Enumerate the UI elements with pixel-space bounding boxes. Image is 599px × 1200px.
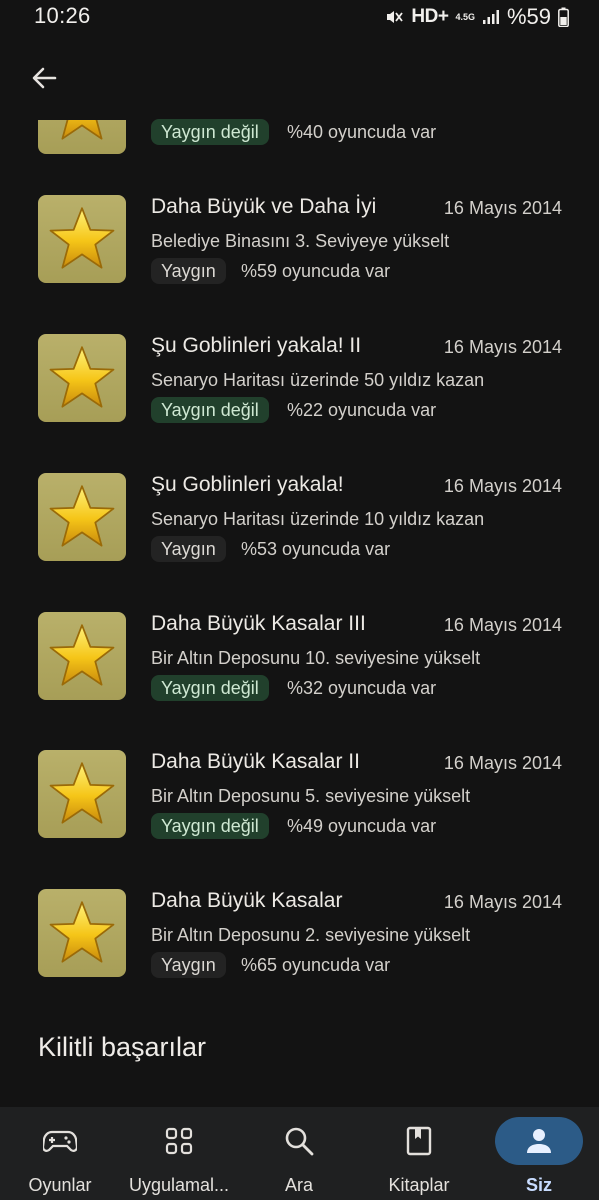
achievement-title: Daha Büyük Kasalar III	[151, 612, 366, 635]
achievement-icon	[38, 889, 126, 977]
achievement-date: 16 Mayıs 2014	[443, 476, 562, 496]
achievement-date: 16 Mayıs 2014	[443, 753, 562, 773]
nav-label: Oyunlar	[28, 1175, 92, 1195]
owned-percent: %53 oyuncuda var	[241, 539, 391, 559]
achievement-icon	[38, 334, 126, 422]
owned-percent: %22 oyuncuda var	[287, 400, 437, 420]
achievement-item[interactable]: Şu Goblinleri yakala! II 16 Mayıs 2014 S…	[0, 334, 599, 464]
locked-achievements-heading: Kilitli başarılar	[38, 1032, 207, 1062]
achievement-item[interactable]: Daha Büyük ve Daha İyi 16 Mayıs 2014 Bel…	[0, 195, 599, 325]
star-icon	[49, 624, 115, 686]
star-icon	[61, 120, 103, 140]
achievement-description: Bir Altın Deposunu 5. seviyesine yükselt	[151, 786, 471, 806]
person-icon	[527, 1129, 551, 1153]
signal-icon	[482, 9, 500, 25]
achievement-icon	[38, 612, 126, 700]
nav-label: Kitaplar	[388, 1175, 450, 1195]
bottom-nav: Oyunlar Uygulamal... Ara Kitaplar Siz	[0, 1107, 599, 1200]
mute-icon	[384, 7, 404, 27]
network-label: HD+	[411, 6, 449, 27]
apps-grid-icon	[165, 1127, 193, 1155]
achievement-icon	[38, 750, 126, 838]
rarity-badge: Yaygın	[151, 536, 226, 562]
rarity-badge: Yaygın	[151, 258, 226, 284]
nav-item-apps[interactable]: Uygulamal...	[119, 1107, 239, 1200]
achievement-title: Daha Büyük Kasalar	[151, 889, 343, 912]
rarity-badge: Yaygın değil	[151, 813, 269, 839]
book-icon	[406, 1126, 432, 1156]
achievement-description: Senaryo Haritası üzerinde 50 yıldız kaza…	[151, 370, 485, 390]
achievement-date: 16 Mayıs 2014	[443, 892, 562, 912]
status-bar: 10:26 HD+ 4.5G %59	[0, 0, 599, 34]
nav-item-books[interactable]: Kitaplar	[359, 1107, 479, 1200]
achievement-description: Bir Altın Deposunu 10. seviyesine yüksel…	[151, 648, 481, 668]
achievement-item[interactable]: Daha Büyük Kasalar 16 Mayıs 2014 Bir Alt…	[0, 889, 599, 1019]
owned-percent: %59 oyuncuda var	[241, 261, 391, 281]
achievement-title: Daha Büyük Kasalar II	[151, 750, 360, 773]
achievement-item[interactable]: Daha Büyük Kasalar III 16 Mayıs 2014 Bir…	[0, 612, 599, 742]
status-time: 10:26	[34, 3, 91, 28]
search-icon	[285, 1127, 314, 1156]
nav-label: Siz	[525, 1175, 552, 1195]
star-icon	[49, 207, 115, 269]
star-icon	[49, 901, 115, 963]
achievement-title: Şu Goblinleri yakala! II	[151, 334, 362, 357]
star-icon	[49, 346, 115, 408]
rarity-badge: Yaygın değil	[151, 397, 269, 423]
rarity-badge: Yaygın	[151, 952, 226, 978]
achievement-icon	[38, 195, 126, 283]
achievement-icon	[38, 120, 126, 154]
achievement-description: Belediye Binasını 3. Seviyeye yükselt	[151, 231, 450, 251]
achievement-item[interactable]: Daha Büyük Kasalar II 16 Mayıs 2014 Bir …	[0, 750, 599, 880]
star-icon	[49, 485, 115, 547]
battery-percent: %59	[506, 4, 551, 29]
rarity-badge: Yaygın değil	[151, 119, 269, 145]
achievement-date: 16 Mayıs 2014	[443, 615, 562, 635]
achievement-title: Şu Goblinleri yakala!	[151, 473, 344, 496]
achievement-date: 16 Mayıs 2014	[443, 337, 562, 357]
owned-percent: %65 oyuncuda var	[241, 955, 391, 975]
nav-label: Uygulamal...	[128, 1175, 230, 1195]
gamepad-icon	[43, 1130, 77, 1152]
achievement-description: Senaryo Haritası üzerinde 10 yıldız kaza…	[151, 509, 485, 529]
owned-percent: %32 oyuncuda var	[287, 678, 437, 698]
achievement-item[interactable]: Yaygın değil %40 oyuncuda var	[0, 56, 599, 166]
achievement-description: Bir Altın Deposunu 2. seviyesine yükselt	[151, 925, 471, 945]
achievement-date: 16 Mayıs 2014	[443, 198, 562, 218]
star-icon	[49, 762, 115, 824]
battery-icon	[558, 7, 569, 27]
nav-label: Ara	[284, 1175, 313, 1195]
owned-percent: %40 oyuncuda var	[287, 122, 437, 142]
status-icons: HD+ 4.5G %59	[384, 4, 569, 30]
nav-item-you[interactable]: Siz	[479, 1107, 599, 1200]
network-type: 4.5G	[455, 11, 475, 22]
owned-percent: %49 oyuncuda var	[287, 816, 437, 836]
rarity-badge: Yaygın değil	[151, 675, 269, 701]
achievement-title: Daha Büyük ve Daha İyi	[151, 195, 377, 218]
nav-item-games[interactable]: Oyunlar	[0, 1107, 120, 1200]
achievement-item[interactable]: Şu Goblinleri yakala! 16 Mayıs 2014 Sena…	[0, 473, 599, 603]
screen: 10:26 HD+ 4.5G %59 Yaygın değil %40 oyun…	[0, 0, 599, 1200]
nav-item-search[interactable]: Ara	[239, 1107, 359, 1200]
achievement-icon	[38, 473, 126, 561]
